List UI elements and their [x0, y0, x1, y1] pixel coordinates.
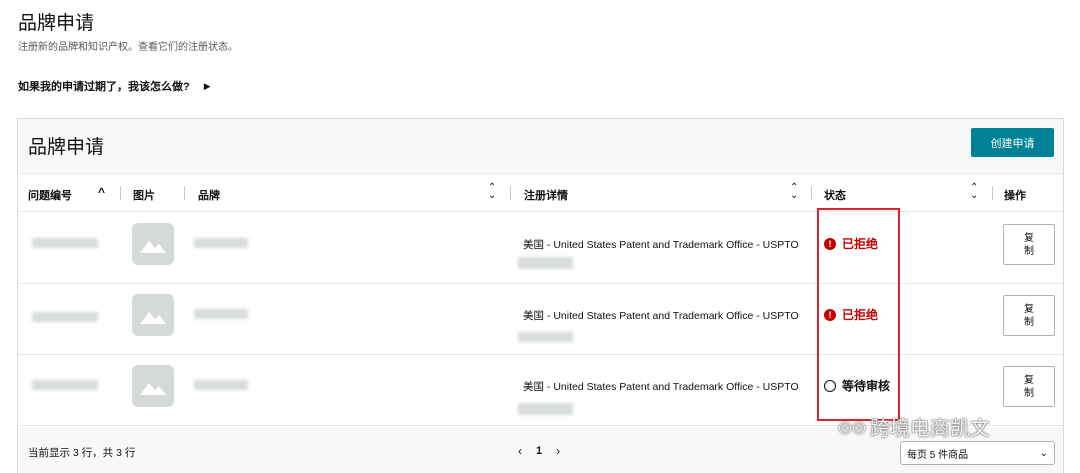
copy-button[interactable]: 复制	[1003, 366, 1055, 407]
wechat-icon: ◎◎	[838, 418, 866, 436]
blurred-case-id	[32, 312, 98, 322]
blurred-registration-number	[518, 257, 573, 269]
registration-detail: 美国 - United States Patent and Trademark …	[523, 310, 799, 322]
column-brand[interactable]: 品牌	[198, 187, 220, 203]
image-placeholder-icon	[132, 365, 174, 407]
column-action: 操作	[1004, 190, 1026, 202]
blurred-brand	[194, 238, 248, 248]
pagination: ‹ 1 ›	[518, 444, 560, 458]
column-divider	[992, 186, 993, 200]
faq-expander[interactable]: 如果我的申请过期了，我该怎么做? ▶	[18, 78, 211, 94]
blurred-brand	[194, 309, 248, 319]
sort-asc-icon[interactable]: ^	[98, 185, 105, 199]
page-subtitle: 注册新的品牌和知识产权。查看它们的注册状态。	[18, 42, 238, 53]
column-status[interactable]: 状态	[824, 187, 846, 203]
page-title: 品牌申请	[18, 13, 95, 34]
watermark: ◎◎ 跨境电商凯文	[838, 412, 990, 441]
blurred-case-id	[32, 238, 98, 248]
per-page-value: 每页 5 件商品	[907, 449, 969, 461]
status-highlight-box	[817, 208, 900, 421]
per-page-select[interactable]: 每页 5 件商品 ⌄	[900, 441, 1055, 465]
image-placeholder-icon	[132, 294, 174, 336]
column-divider	[184, 186, 185, 200]
sort-icon[interactable]: ⌃ ⌄	[790, 183, 798, 201]
create-application-button[interactable]: 创建申请	[971, 128, 1054, 157]
column-image: 图片	[133, 190, 155, 202]
column-divider	[510, 186, 511, 200]
registration-detail: 美国 - United States Patent and Trademark …	[523, 381, 799, 393]
card-title: 品牌申请	[28, 137, 105, 158]
card-header: 品牌申请 创建申请	[18, 119, 1063, 174]
column-divider	[120, 186, 121, 200]
column-case-id[interactable]: 问题编号	[28, 187, 72, 203]
watermark-text: 跨境电商凯文	[869, 418, 990, 440]
column-divider	[811, 186, 812, 200]
copy-button[interactable]: 复制	[1003, 224, 1055, 265]
blurred-registration-number	[518, 332, 573, 342]
chevron-down-icon: ⌄	[1039, 447, 1048, 459]
faq-link-text[interactable]: 如果我的申请过期了，我该怎么做?	[18, 78, 190, 94]
registration-detail: 美国 - United States Patent and Trademark …	[523, 239, 799, 251]
current-page[interactable]: 1	[536, 445, 542, 457]
table-row: 美国 - United States Patent and Trademark …	[18, 213, 1063, 284]
row-count-text: 当前显示 3 行，共 3 行	[28, 447, 136, 459]
blurred-brand	[194, 380, 248, 390]
next-page-icon[interactable]: ›	[556, 444, 560, 458]
blurred-case-id	[32, 380, 98, 390]
sort-icon[interactable]: ⌃ ⌄	[488, 183, 496, 201]
table-row: 美国 - United States Patent and Trademark …	[18, 284, 1063, 355]
image-placeholder-icon	[132, 223, 174, 265]
expand-triangle-icon[interactable]: ▶	[204, 81, 211, 92]
prev-page-icon[interactable]: ‹	[518, 444, 522, 458]
blurred-registration-number	[518, 403, 573, 415]
column-registration[interactable]: 注册详情	[524, 187, 568, 203]
copy-button[interactable]: 复制	[1003, 295, 1055, 336]
sort-icon[interactable]: ⌃ ⌄	[970, 183, 978, 201]
table-header: 问题编号 ^ 图片 品牌 ⌃ ⌄ 注册详情 ⌃ ⌄ 状态 ⌃ ⌄ 操作	[18, 174, 1063, 212]
